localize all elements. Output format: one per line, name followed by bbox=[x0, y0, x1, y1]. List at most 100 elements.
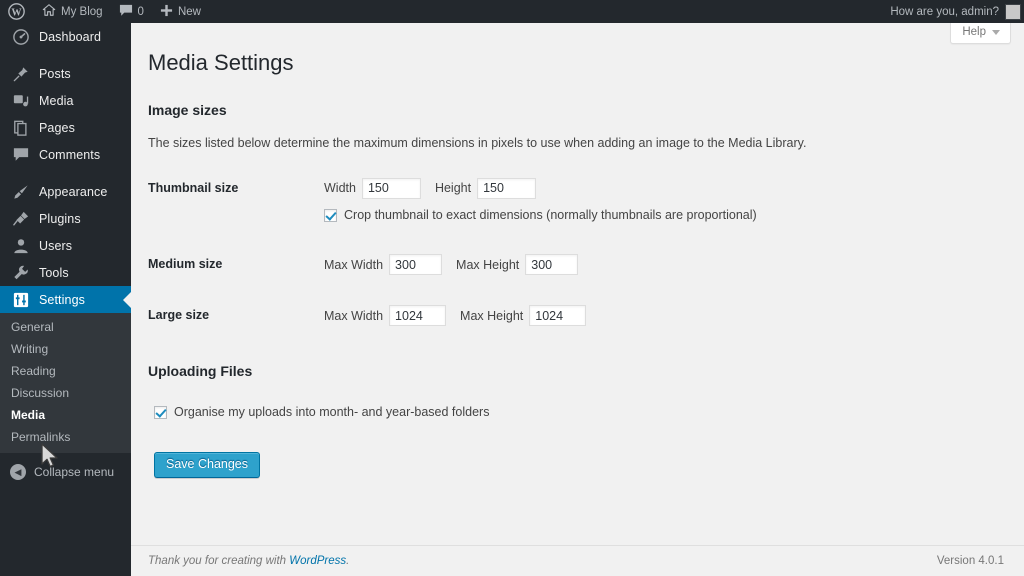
help-tab-button[interactable]: Help bbox=[950, 23, 1011, 44]
thumbnail-height-label: Height bbox=[434, 181, 472, 196]
sidebar-item-label: Settings bbox=[39, 292, 85, 307]
wordpress-logo-menu[interactable]: W bbox=[0, 0, 34, 23]
image-sizes-table: Thumbnail size Width Height Crop thumbna… bbox=[148, 163, 888, 342]
sidebar-item-label: Dashboard bbox=[39, 29, 102, 44]
sidebar-item-comments[interactable]: Comments bbox=[0, 141, 131, 168]
submenu-item-discussion[interactable]: Discussion bbox=[0, 382, 131, 404]
image-sizes-description: The sizes listed below determine the max… bbox=[148, 136, 807, 151]
arrow-left-circle-icon: ◀ bbox=[10, 464, 26, 480]
new-label: New bbox=[177, 5, 201, 18]
paintbrush-icon bbox=[11, 182, 31, 202]
menu-separator bbox=[0, 50, 131, 60]
wordpress-link[interactable]: WordPress bbox=[289, 555, 346, 567]
main-content: Help Media Settings Image sizes The size… bbox=[131, 23, 1024, 576]
comments-count: 0 bbox=[137, 5, 144, 18]
site-name-menu[interactable]: My Blog bbox=[34, 0, 111, 23]
large-size-fields: Max Width Max Height bbox=[324, 290, 888, 341]
footer-thanks: Thank you for creating with WordPress. bbox=[148, 555, 349, 567]
footer-version: Version 4.0.1 bbox=[936, 555, 1004, 567]
comments-menu[interactable]: 0 bbox=[111, 0, 152, 23]
sidebar-item-appearance[interactable]: Appearance bbox=[0, 178, 131, 205]
organise-uploads-label: Organise my uploads into month- and year… bbox=[174, 405, 490, 420]
organise-uploads-checkbox[interactable] bbox=[154, 406, 167, 420]
settings-submenu: General Writing Reading Discussion Media… bbox=[0, 313, 131, 453]
sidebar-item-label: Users bbox=[39, 238, 73, 253]
plug-icon bbox=[11, 209, 31, 229]
thumbnail-dimension-row: Width Height bbox=[324, 177, 878, 199]
thumbnail-width-label: Width bbox=[324, 181, 356, 196]
medium-max-width-input[interactable] bbox=[389, 254, 443, 276]
settings-sliders-icon bbox=[11, 290, 31, 310]
submenu-item-permalinks[interactable]: Permalinks bbox=[0, 426, 131, 448]
thumbnail-width-input[interactable] bbox=[361, 177, 421, 199]
sidebar-item-label: Comments bbox=[39, 147, 101, 162]
site-name-label: My Blog bbox=[61, 5, 103, 18]
greeting-label: How are you, admin? bbox=[890, 5, 999, 18]
dashboard-icon bbox=[11, 27, 31, 47]
crop-thumbnail-row: Crop thumbnail to exact dimensions (norm… bbox=[324, 207, 878, 225]
collapse-menu-button[interactable]: ◀ Collapse menu bbox=[0, 459, 131, 485]
large-dimension-row: Max Width Max Height bbox=[324, 305, 878, 327]
settings-wrap: Help Media Settings Image sizes The size… bbox=[131, 23, 1024, 479]
wordpress-admin-screen: W My Blog 0 New How are you, admin? Dash… bbox=[0, 0, 1024, 576]
medium-dimension-row: Max Width Max Height bbox=[324, 254, 878, 276]
footer-thanks-suffix: . bbox=[346, 555, 350, 567]
uploading-files-heading: Uploading Files bbox=[148, 363, 253, 380]
pin-icon bbox=[11, 64, 31, 84]
sidebar-item-tools[interactable]: Tools bbox=[0, 259, 131, 286]
crop-thumbnail-checkbox[interactable] bbox=[324, 209, 337, 223]
submenu-item-media[interactable]: Media bbox=[0, 404, 131, 426]
sidebar-item-media[interactable]: Media bbox=[0, 87, 131, 114]
page-icon bbox=[11, 118, 31, 138]
sidebar-item-label: Posts bbox=[39, 66, 71, 81]
sidebar-item-plugins[interactable]: Plugins bbox=[0, 205, 131, 232]
submenu-item-general[interactable]: General bbox=[0, 316, 131, 338]
thumbnail-size-fields: Width Height Crop thumbnail to exact dim… bbox=[324, 163, 888, 240]
crop-thumbnail-label: Crop thumbnail to exact dimensions (norm… bbox=[344, 207, 757, 222]
sidebar-item-label: Plugins bbox=[39, 211, 81, 226]
sidebar-item-label: Media bbox=[39, 93, 74, 108]
sidebar-item-posts[interactable]: Posts bbox=[0, 60, 131, 87]
medium-max-height-label: Max Height bbox=[456, 257, 520, 272]
submenu-item-reading[interactable]: Reading bbox=[0, 360, 131, 382]
new-content-menu[interactable]: New bbox=[152, 0, 209, 23]
uploading-files-block: Organise my uploads into month- and year… bbox=[148, 404, 1004, 422]
comment-bubble-icon bbox=[11, 145, 31, 165]
large-max-height-label: Max Height bbox=[460, 308, 524, 323]
organise-uploads-row: Organise my uploads into month- and year… bbox=[154, 404, 1004, 422]
page-title: Media Settings bbox=[148, 50, 294, 75]
medium-max-width-label: Max Width bbox=[324, 257, 384, 272]
collapse-menu-label: Collapse menu bbox=[34, 465, 115, 479]
menu-separator bbox=[0, 168, 131, 178]
admin-bar: W My Blog 0 New How are you, admin? bbox=[0, 0, 1024, 23]
sidebar-item-users[interactable]: Users bbox=[0, 232, 131, 259]
home-icon bbox=[42, 3, 56, 20]
avatar bbox=[1005, 3, 1021, 20]
sidebar-item-pages[interactable]: Pages bbox=[0, 114, 131, 141]
account-menu[interactable]: How are you, admin? bbox=[882, 0, 1024, 23]
large-max-width-label: Max Width bbox=[324, 308, 384, 323]
user-icon bbox=[11, 236, 31, 256]
medium-size-fields: Max Width Max Height bbox=[324, 239, 888, 290]
admin-sidebar-menu: Dashboard Posts Media Pages Comments App… bbox=[0, 23, 131, 576]
submit-area: Save Changes bbox=[148, 442, 1004, 479]
thumbnail-size-label: Thumbnail size bbox=[148, 180, 239, 195]
large-max-width-input[interactable] bbox=[389, 305, 447, 327]
wordpress-logo-icon: W bbox=[8, 3, 25, 20]
media-icon bbox=[11, 91, 31, 111]
medium-max-height-input[interactable] bbox=[525, 254, 579, 276]
image-sizes-heading: Image sizes bbox=[148, 101, 227, 118]
sidebar-item-settings[interactable]: Settings bbox=[0, 286, 131, 313]
sidebar-item-label: Pages bbox=[39, 120, 75, 135]
table-row-medium: Medium size Max Width Max Height bbox=[148, 239, 888, 290]
submenu-item-writing[interactable]: Writing bbox=[0, 338, 131, 360]
admin-footer: Thank you for creating with WordPress. V… bbox=[131, 545, 1024, 576]
sidebar-item-label: Appearance bbox=[39, 184, 108, 199]
thumbnail-height-input[interactable] bbox=[477, 177, 537, 199]
footer-thanks-prefix: Thank you for creating with bbox=[148, 555, 290, 567]
comment-bubble-icon bbox=[119, 4, 133, 20]
sidebar-item-dashboard[interactable]: Dashboard bbox=[0, 23, 131, 50]
help-tab-label: Help bbox=[962, 26, 986, 38]
save-changes-button[interactable]: Save Changes bbox=[154, 451, 261, 479]
large-max-height-input[interactable] bbox=[529, 305, 587, 327]
